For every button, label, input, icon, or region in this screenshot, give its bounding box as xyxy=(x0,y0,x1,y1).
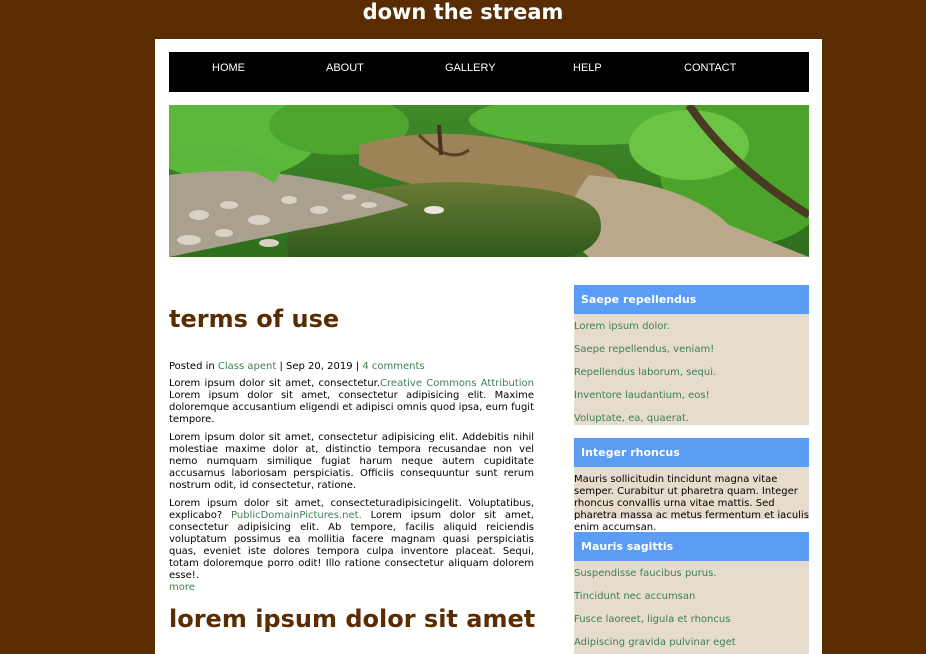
paragraph: Lorem ipsum dolor sit amet, consectetur.… xyxy=(169,378,534,426)
nav-about[interactable]: ABOUT xyxy=(326,52,364,84)
nav-contact[interactable]: CONTACT xyxy=(684,52,736,84)
paragraph-text: Lorem ipsum dolor sit amet, consectetur. xyxy=(169,378,381,389)
meta-prefix: Posted in xyxy=(169,361,215,372)
nav-help[interactable]: HELP xyxy=(573,52,602,84)
sidebar-link[interactable]: Adipiscing gravida pulvinar eget xyxy=(574,631,809,654)
sidebar-link[interactable]: Saepe repellendus, veniam! xyxy=(574,338,809,361)
paragraph: Lorem ipsum dolor sit amet, consectetura… xyxy=(169,498,534,594)
sidebar-link[interactable]: Fusce laoreet, ligula et rhoncus xyxy=(574,608,809,631)
sidebar-link[interactable]: Repellendus laborum, sequi. xyxy=(574,361,809,384)
sidebar-link[interactable]: Inventore laudantium, eos! xyxy=(574,384,809,407)
post-title[interactable]: lorem ipsum dolor sit amet xyxy=(169,605,535,633)
meta-separator: | xyxy=(279,361,283,372)
post-date: Sep 20, 2019 xyxy=(286,361,353,372)
category-link[interactable]: Class apent xyxy=(218,361,276,372)
widget-list: Lorem ipsum dolor. Saepe repellendus, ve… xyxy=(574,314,809,425)
main-nav: HOME ABOUT GALLERY HELP CONTACT xyxy=(169,52,809,92)
post-meta: Posted in Class apent | Sep 20, 2019 | 4… xyxy=(169,361,425,372)
widget-paragraph: Mauris sollicitudin tincidunt magna vita… xyxy=(574,474,809,533)
comments-link[interactable]: 4 comments xyxy=(362,361,424,372)
paragraph: Lorem ipsum dolor sit amet, consectetur … xyxy=(169,432,534,491)
sidebar: Saepe repellendus Lorem ipsum dolor. Sae… xyxy=(574,285,809,654)
widget-title: Integer rhoncus xyxy=(574,438,809,467)
paragraph-text: Lorem ipsum dolor sit amet, consectetur … xyxy=(169,390,534,425)
widget-title: Mauris sagittis xyxy=(574,532,809,561)
nav-home[interactable]: HOME xyxy=(212,52,245,84)
hero-image xyxy=(169,105,809,257)
sidebar-link[interactable]: Suspendisse faucibus purus. xyxy=(574,562,809,585)
widget-text: Mauris sollicitudin tincidunt magna vita… xyxy=(574,467,809,533)
page-container: HOME ABOUT GALLERY HELP CONTACT terms of… xyxy=(155,39,822,654)
source-link[interactable]: PublicDomainPictures.net. xyxy=(231,510,362,521)
post-title[interactable]: terms of use xyxy=(169,305,339,333)
nav-gallery[interactable]: GALLERY xyxy=(445,52,496,84)
widget-title: Saepe repellendus xyxy=(574,285,809,314)
sidebar-link[interactable]: Voluptate, ea, quaerat. xyxy=(574,407,809,425)
widget-list: Suspendisse faucibus purus. Tincidunt ne… xyxy=(574,561,809,654)
meta-separator: | xyxy=(355,361,360,372)
sidebar-link[interactable]: Lorem ipsum dolor. xyxy=(574,315,809,338)
site-title: down the stream xyxy=(362,0,564,24)
sidebar-link[interactable]: Tincidunt nec accumsan xyxy=(574,585,809,608)
attribution-link[interactable]: Creative Commons Attribution xyxy=(380,378,534,389)
more-link[interactable]: more xyxy=(169,582,195,593)
post-body: Lorem ipsum dolor sit amet, consectetur.… xyxy=(169,378,534,600)
